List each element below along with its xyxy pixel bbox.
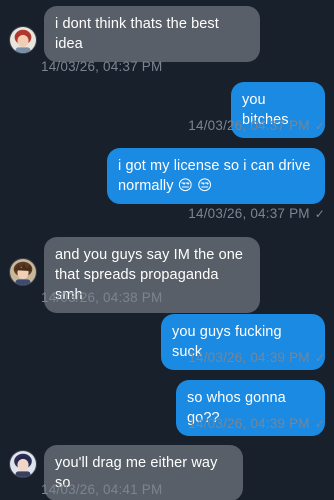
message-text: i dont think thats the best idea	[55, 16, 219, 52]
message-timestamp: 14/03/26, 04:37 PM	[41, 59, 163, 74]
delivered-check-icon: ✓	[314, 351, 325, 365]
chat-thread[interactable]: i dont think thats the best idea 14/03/2…	[0, 0, 334, 500]
avatar-red-hair-icon[interactable]	[9, 26, 37, 54]
delivered-check-icon: ✓	[314, 119, 325, 133]
message-bubble-outgoing[interactable]: i got my license so i can drive normally…	[107, 148, 325, 204]
delivered-check-icon: ✓	[314, 417, 325, 431]
message-timestamp: 14/03/26, 04:39 PM ✓	[188, 350, 325, 365]
message-bubble-incoming[interactable]: i dont think thats the best idea	[44, 6, 260, 62]
message-timestamp: 14/03/26, 04:39 PM ✓	[188, 416, 325, 431]
delivered-check-icon: ✓	[314, 207, 325, 221]
message-timestamp: 14/03/26, 04:41 PM	[41, 482, 163, 497]
avatar-dark-hair-icon[interactable]	[9, 450, 37, 478]
message-timestamp: 14/03/26, 04:37 PM ✓	[188, 206, 325, 221]
avatar-brown-hair-icon[interactable]	[9, 258, 37, 286]
message-timestamp: 14/03/26, 04:38 PM	[41, 290, 163, 305]
message-text: i got my license so i can drive normally…	[118, 158, 311, 194]
message-timestamp: 14/03/26, 04:37 PM ✓	[188, 118, 325, 133]
